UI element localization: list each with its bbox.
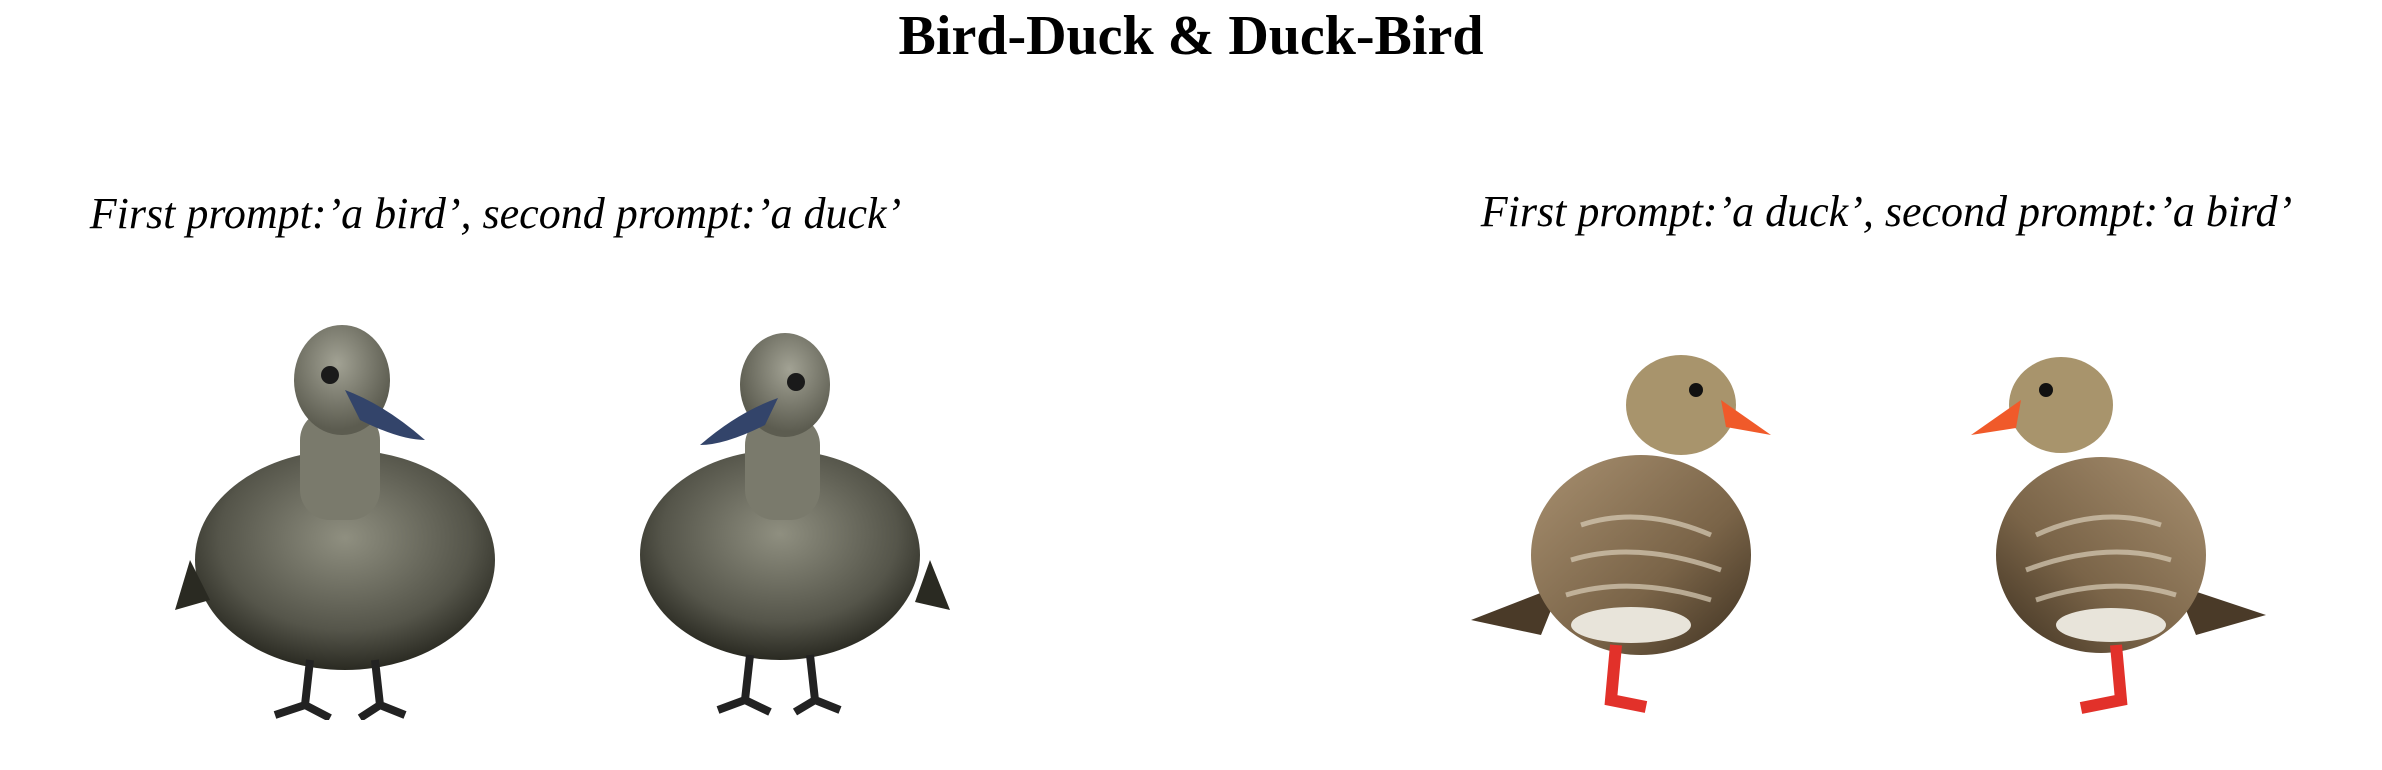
brown-duck-image-right — [1966, 340, 2266, 725]
panel-duck-bird: First prompt:’a duck’, second prompt:’a … — [1191, 0, 2382, 770]
panel-bird-duck: First prompt:’a bird’, second prompt:’a … — [0, 0, 1191, 770]
panel-caption: First prompt:’a bird’, second prompt:’a … — [89, 189, 902, 238]
panel-caption: First prompt:’a duck’, second prompt:’a … — [1480, 187, 2293, 236]
brown-duck-image-left — [1471, 335, 1791, 725]
grey-duck-image-right — [630, 330, 960, 720]
grey-duck-image-left — [170, 320, 530, 720]
